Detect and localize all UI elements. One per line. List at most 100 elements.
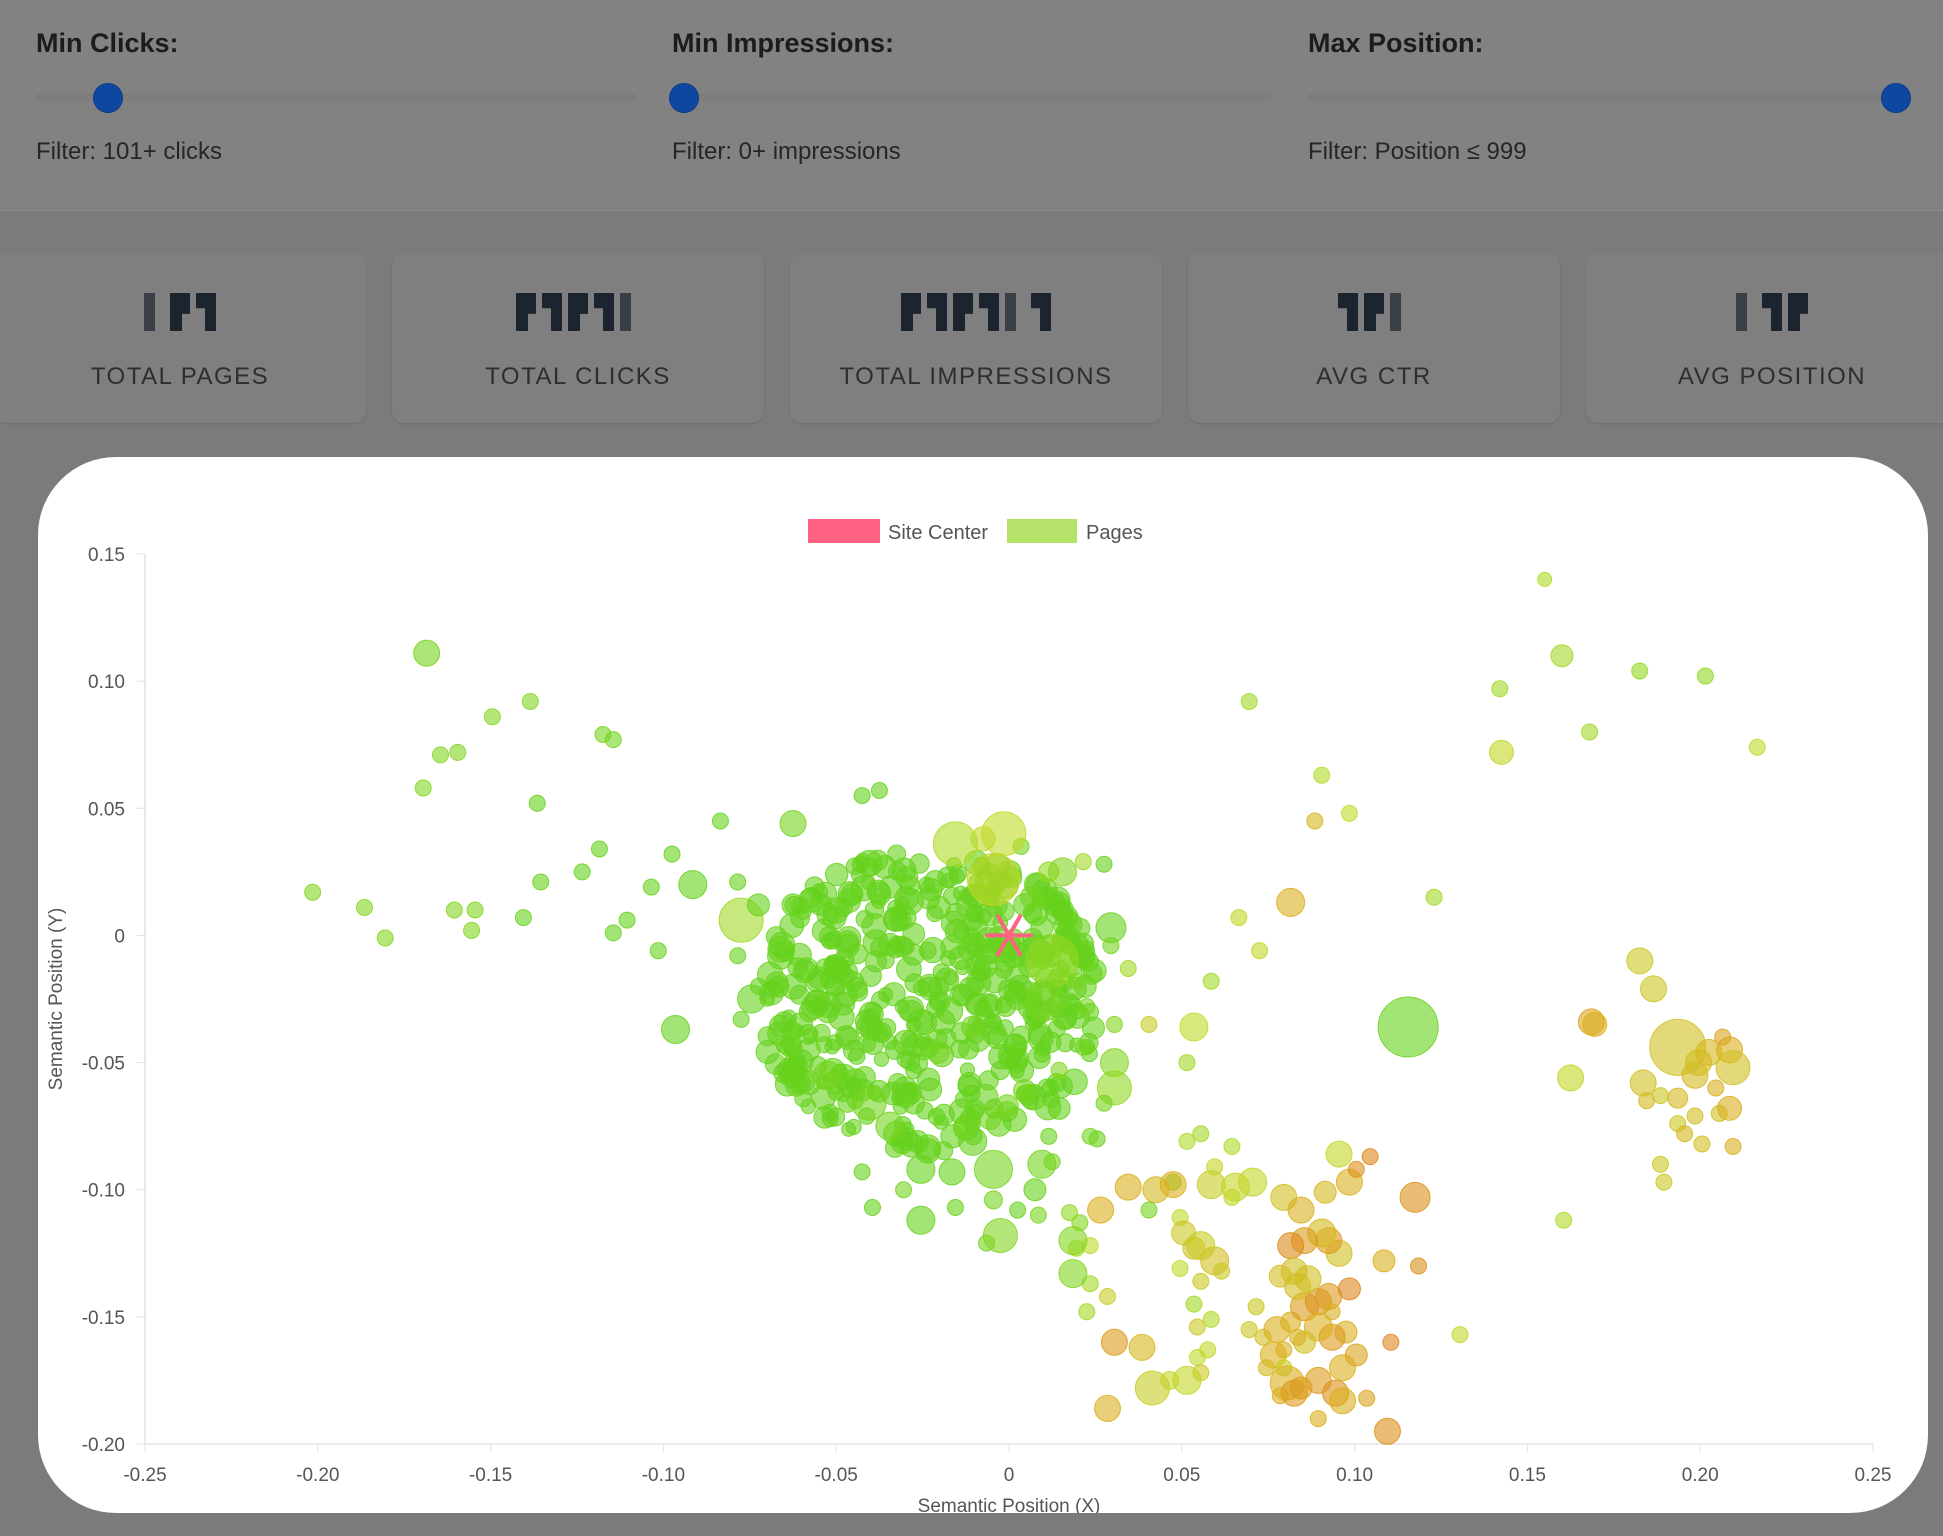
page-point [413,639,441,667]
stat-card-total-impressions: TOTAL IMPRESSIONS [790,253,1162,423]
page-point [642,878,660,896]
filter-note: Filter: 101+ clicks [36,138,223,165]
page-point [1140,1015,1158,1033]
x-tick-label: -0.20 [296,1465,339,1486]
max-position-slider[interactable] [1308,93,1908,101]
page-point [1555,1211,1573,1229]
page-point [1557,1064,1585,1092]
page-point [815,1036,833,1054]
page-point [984,1013,1002,1030]
page-point [860,857,880,877]
page-point [1377,996,1439,1058]
legend-swatch-pages [1007,519,1077,543]
page-point [767,1020,793,1046]
page-point [1306,812,1324,830]
page-point [1095,1094,1113,1112]
page-point [1277,1232,1305,1260]
page-point [1202,972,1220,990]
stat-label: TOTAL IMPRESSIONS [839,363,1113,390]
page-point [1693,1135,1711,1153]
page-point [1361,1148,1379,1166]
x-tick-label: 0.05 [1163,1465,1200,1486]
page-point [1344,1343,1368,1367]
min-impressions-slider[interactable] [672,93,1272,101]
page-point [1537,571,1553,587]
page-point [1202,1310,1220,1328]
page-point [1686,1107,1704,1125]
stat-label: AVG POSITION [1677,363,1867,390]
x-tick-label: 0 [1004,1465,1015,1486]
page-point [1313,1180,1337,1204]
page-point [946,1199,964,1217]
page-point [1280,1379,1308,1407]
min-clicks-slider[interactable] [36,93,636,101]
page-point [466,901,484,919]
page-point [805,969,829,993]
stat-card-total-pages: TOTAL PAGES [0,253,366,423]
page-point [1372,1249,1396,1273]
page-point [966,852,1020,906]
page-point [904,973,925,993]
page-point [929,991,949,1010]
y-tick-label: -0.10 [82,1181,125,1202]
page-point [887,899,905,918]
page-point [1009,1058,1035,1083]
page-point [1714,1028,1732,1046]
page-point [1105,1015,1123,1033]
page-point [1287,1196,1315,1224]
slider-thumb[interactable] [94,84,122,112]
page-point [948,945,974,970]
stat-label: TOTAL PAGES [90,363,270,390]
page-point [1451,1326,1469,1344]
page-point [1196,1170,1226,1200]
page-point [1717,1095,1743,1121]
page-point [964,916,988,940]
page-point [890,935,913,958]
page-point [1230,909,1248,927]
page-point [729,947,747,965]
page-point [376,929,394,947]
page-point [1025,982,1065,1022]
page-point [1058,1226,1088,1256]
page-point [990,1060,1010,1081]
max-position-filter: Max Position: Filter: Position ≤ 999 [1308,0,1910,210]
stat-value-redacted [0,291,366,333]
page-point [954,1090,974,1109]
page-point [1358,1389,1376,1407]
page-point [1707,1079,1725,1097]
page-point [995,1094,1019,1118]
y-tick-label: 0 [114,926,125,947]
legend-label-site-center: Site Center [888,522,988,544]
page-point [1171,1260,1189,1278]
page-point [1238,1167,1268,1197]
filter-title: Min Impressions: [672,28,895,58]
page-point [906,1205,936,1235]
y-tick-label: 0.10 [88,672,125,693]
page-point [767,975,790,998]
page-point [1309,1410,1327,1428]
page-point [604,731,622,749]
page-point [746,893,770,917]
page-point [528,794,546,812]
page-point [1009,1041,1027,1059]
min-impressions-filter: Min Impressions: Filter: 0+ impressions [670,0,1272,210]
page-point [833,959,859,985]
stat-value-redacted [790,291,1162,333]
page-point [1373,1417,1401,1445]
stat-label: TOTAL CLICKS [485,363,671,390]
page-point [779,810,807,838]
page-point [1550,644,1574,668]
y-tick-label: -0.15 [82,1308,125,1329]
slider-thumb[interactable] [1882,84,1910,112]
x-tick-label: -0.25 [123,1465,166,1486]
y-tick-label: 0.05 [88,799,125,820]
page-point [982,1217,1018,1253]
page-point [1192,1272,1210,1290]
page-point [813,1060,843,1090]
page-point [932,1103,955,1126]
stat-card-total-clicks: TOTAL CLICKS [392,253,764,423]
slider-thumb[interactable] [670,84,698,112]
stat-card-avg-ctr: AVG CTR [1188,253,1560,423]
stat-label: AVG CTR [1316,363,1432,390]
page-point [787,942,812,968]
